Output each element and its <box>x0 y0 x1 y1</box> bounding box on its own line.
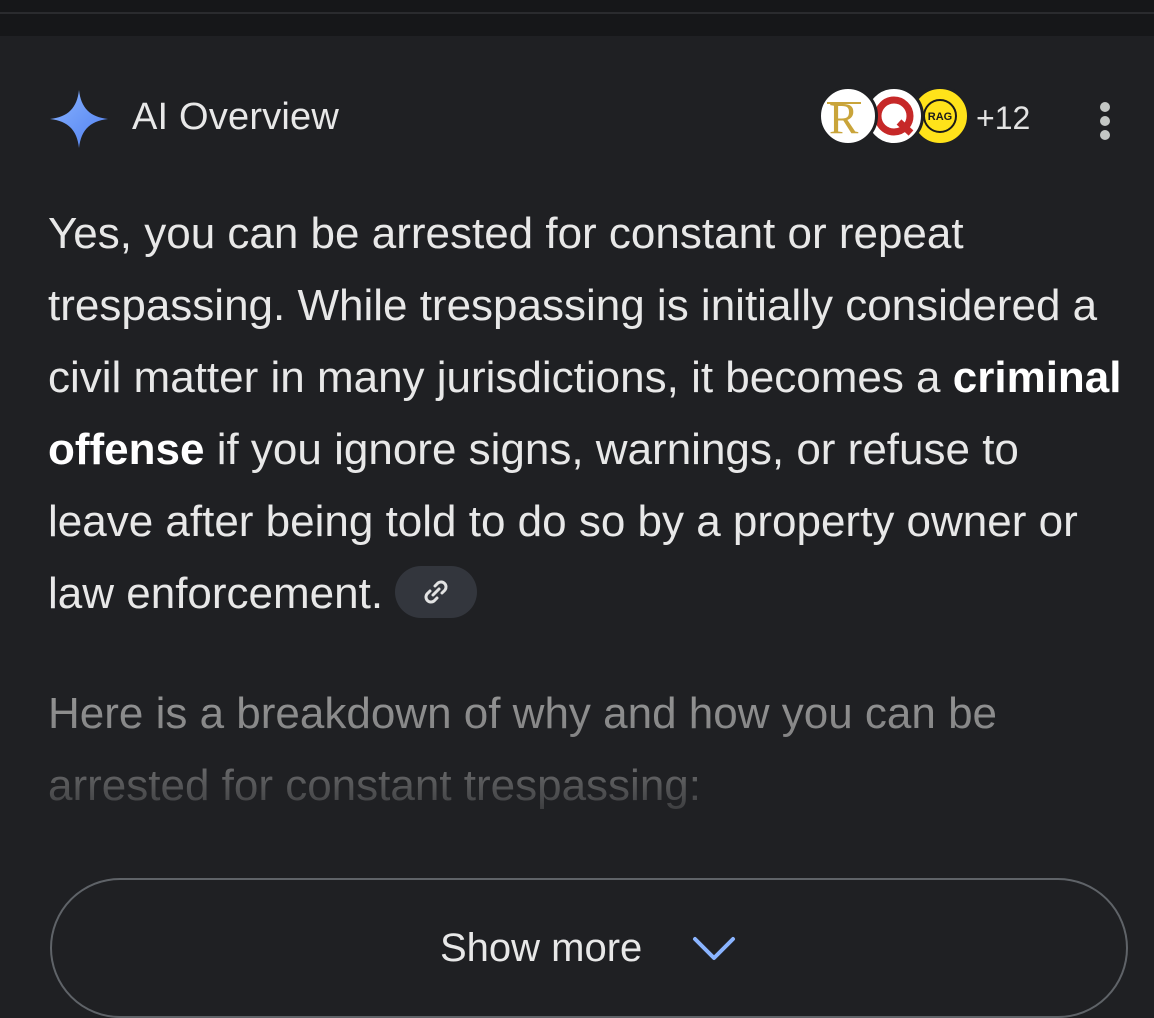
ai-overview-header: AI Overview R RAG +12 <box>48 86 1118 150</box>
answer-paragraph: Yes, you can be arrested for constant or… <box>48 198 1128 630</box>
svg-text:R: R <box>829 94 859 143</box>
divider <box>0 12 1154 14</box>
answer-text-part1: Yes, you can be arrested for constant or… <box>48 209 1098 402</box>
source-avatars[interactable]: R RAG <box>818 86 978 150</box>
show-more-label: Show more <box>440 926 643 970</box>
r-logo-icon: R <box>818 86 878 146</box>
more-options-icon[interactable] <box>1090 98 1120 142</box>
more-sources-count[interactable]: +12 <box>976 100 1030 137</box>
chevron-down-icon <box>693 937 735 960</box>
ai-overview-title: AI Overview <box>132 96 340 138</box>
breakdown-intro: Here is a breakdown of why and how you c… <box>48 689 998 810</box>
svg-text:RAG: RAG <box>928 111 952 123</box>
top-bar <box>0 0 1154 36</box>
show-more-button[interactable]: Show more <box>50 878 1128 1018</box>
sparkle-icon <box>50 90 108 148</box>
link-icon <box>424 580 448 604</box>
source-link-button[interactable] <box>395 566 478 619</box>
